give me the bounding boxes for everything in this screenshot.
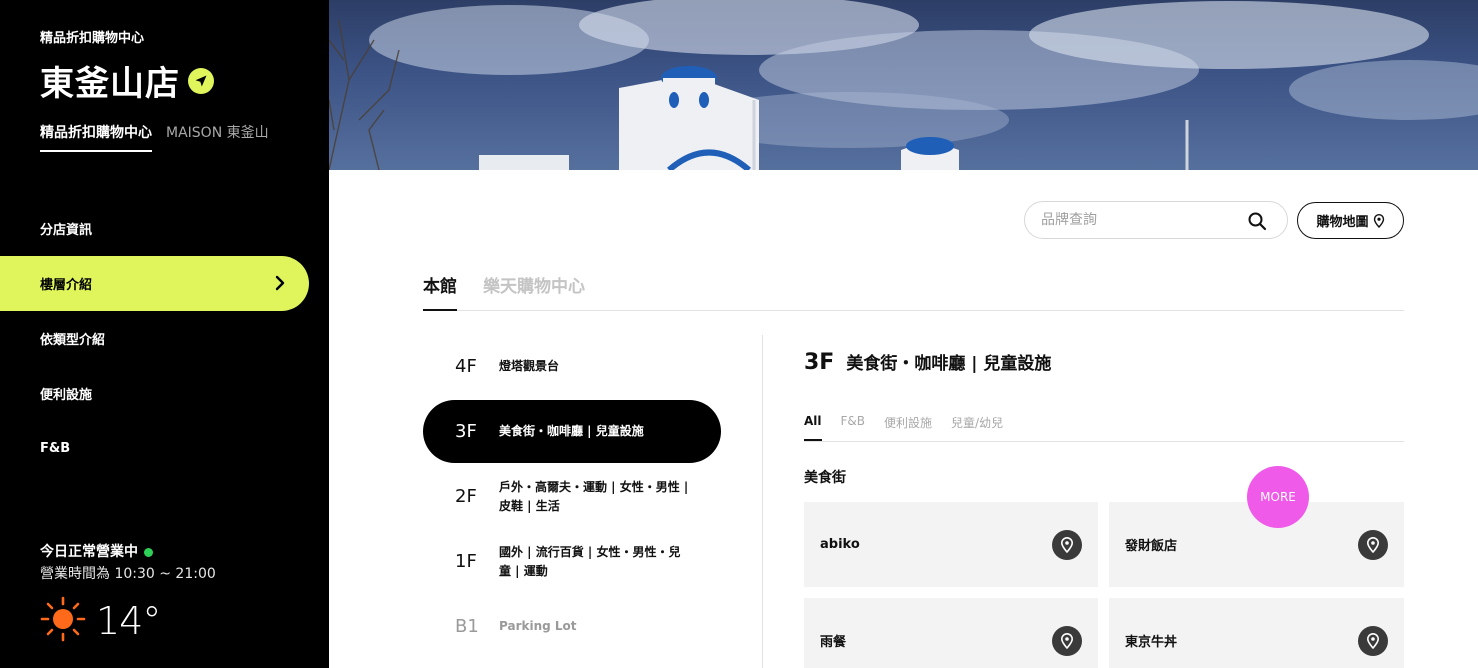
filter-tab-kids[interactable]: 兒童/幼兒 — [951, 414, 1003, 441]
floor-item-b1[interactable]: B1 Parking Lot — [423, 595, 721, 658]
floor-detail-title: 3F 美食街・咖啡廳 | 兒童設施 — [804, 349, 1051, 375]
detail-level: 3F — [804, 350, 835, 375]
column-divider — [762, 335, 763, 668]
sidebar-item-by-category[interactable]: 依類型介紹 — [0, 311, 329, 366]
filter-tab-facilities[interactable]: 便利設施 — [884, 414, 932, 441]
floor-item-1f[interactable]: 1F 國外 | 流行百貨 | 女性・男性・兒童 | 運動 — [423, 530, 721, 593]
hero-image — [329, 0, 1478, 170]
store-card[interactable]: 東京牛丼 — [1109, 598, 1404, 668]
sidebar-item-fnb[interactable]: F&B — [0, 421, 329, 476]
floor-level: 3F — [455, 421, 477, 442]
chevron-right-icon — [275, 275, 285, 295]
business-hours: 今日正常營業中 營業時間為 10:30 ~ 21:00 — [40, 541, 216, 585]
store-card-grid: abiko 發財飯店 雨餐 東京牛丼 — [804, 502, 1405, 668]
sidebar-item-label: F&B — [40, 441, 71, 456]
floor-level: 1F — [455, 551, 477, 572]
sun-icon — [40, 596, 86, 646]
shopping-map-label: 購物地圖 — [1316, 215, 1369, 230]
sidebar-item-label: 便利設施 — [40, 388, 93, 403]
tab-lotte-mall[interactable]: 樂天購物中心 — [483, 272, 585, 311]
weather: 14° — [40, 596, 161, 646]
store-card-name: 東京牛丼 — [1125, 635, 1178, 650]
store-title: 東釜山店 — [40, 56, 214, 105]
sidebar: 精品折扣購物中心 東釜山店 精品折扣購物中心 MAISON 東釜山 分店資訊 樓… — [0, 0, 329, 668]
open-status-text: 今日正常營業中 — [40, 544, 138, 560]
shopping-map-button[interactable]: 購物地圖 — [1297, 202, 1404, 239]
floor-item-4f[interactable]: 4F 燈塔觀景台 — [423, 335, 721, 398]
more-button[interactable]: MORE — [1247, 466, 1309, 528]
sidebar-item-store-info[interactable]: 分店資訊 — [0, 201, 329, 256]
store-card-name: 雨餐 — [820, 635, 847, 650]
floor-level: 2F — [455, 486, 477, 507]
store-tab-outlet[interactable]: 精品折扣購物中心 — [40, 122, 152, 152]
sidebar-item-label: 分店資訊 — [40, 223, 93, 238]
store-tab-maison[interactable]: MAISON 東釜山 — [166, 122, 269, 152]
store-card[interactable]: abiko — [804, 502, 1098, 587]
brand-subtitle: 精品折扣購物中心 — [40, 31, 145, 46]
sidebar-menu: 分店資訊 樓層介紹 依類型介紹 便利設施 F&B — [0, 201, 329, 476]
sidebar-item-label: 依類型介紹 — [40, 333, 106, 348]
filter-tab-fnb[interactable]: F&B — [841, 414, 866, 441]
filter-tab-all[interactable]: All — [804, 414, 822, 441]
map-pin-icon — [1373, 213, 1384, 228]
open-status-dot-icon — [144, 547, 153, 557]
location-arrow-icon[interactable] — [188, 67, 214, 94]
floor-description: 美食街・咖啡廳 | 兒童設施 — [499, 424, 644, 438]
store-card-name: 發財飯店 — [1125, 539, 1178, 554]
store-card[interactable]: 雨餐 — [804, 598, 1098, 668]
map-pin-icon[interactable] — [1052, 529, 1082, 560]
open-status: 今日正常營業中 — [40, 541, 216, 563]
floor-description: 戶外・高爾夫・運動 | 女性・男性 | 皮鞋 | 生活 — [499, 479, 689, 513]
building-tabs: 本館 樂天購物中心 — [423, 272, 1404, 311]
store-tabs: 精品折扣購物中心 MAISON 東釜山 — [40, 122, 283, 152]
sidebar-item-facilities[interactable]: 便利設施 — [0, 366, 329, 421]
section-title: 美食街 — [804, 470, 846, 486]
temperature: 14° — [96, 599, 161, 643]
search-input[interactable] — [1041, 212, 1241, 228]
floor-level: B1 — [455, 616, 479, 637]
brand-search — [1024, 201, 1288, 239]
floor-item-3f[interactable]: 3F 美食街・咖啡廳 | 兒童設施 — [423, 400, 721, 463]
floor-description: 國外 | 流行百貨 | 女性・男性・兒童 | 運動 — [499, 544, 681, 578]
floor-level: 4F — [455, 356, 477, 377]
map-pin-icon[interactable] — [1052, 625, 1082, 656]
floor-description: 燈塔觀景台 — [499, 359, 560, 373]
hours-text: 營業時間為 10:30 ~ 21:00 — [40, 566, 216, 582]
sidebar-item-floor-guide[interactable]: 樓層介紹 — [0, 256, 309, 311]
tab-main-building[interactable]: 本館 — [423, 272, 457, 311]
floor-description: Parking Lot — [499, 619, 577, 633]
hero-illustration — [329, 0, 1478, 170]
category-filter-tabs: All F&B 便利設施 兒童/幼兒 — [804, 414, 1404, 442]
floor-list: 4F 燈塔觀景台 3F 美食街・咖啡廳 | 兒童設施 2F 戶外・高爾夫・運動 … — [423, 335, 721, 660]
store-name: 東釜山店 — [40, 64, 180, 104]
store-card-name: abiko — [820, 537, 860, 552]
map-pin-icon[interactable] — [1358, 625, 1388, 656]
detail-description: 美食街・咖啡廳 | 兒童設施 — [846, 354, 1052, 374]
floor-item-2f[interactable]: 2F 戶外・高爾夫・運動 | 女性・男性 | 皮鞋 | 生活 — [423, 465, 721, 528]
map-pin-icon[interactable] — [1358, 529, 1388, 560]
search-icon[interactable] — [1247, 211, 1267, 235]
sidebar-item-label: 樓層介紹 — [40, 278, 93, 293]
